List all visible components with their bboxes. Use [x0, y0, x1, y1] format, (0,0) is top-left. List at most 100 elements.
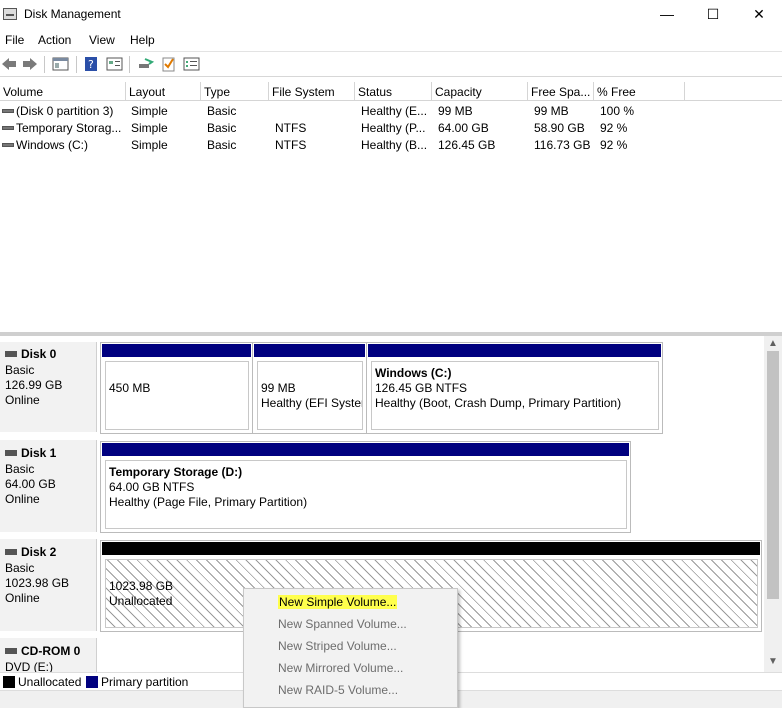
table-cell: Simple [131, 138, 168, 152]
console-tree-icon[interactable] [52, 56, 70, 72]
table-cell: Simple [131, 104, 168, 118]
forward-arrow-icon[interactable] [21, 56, 39, 72]
disk-size: 64.00 GB [5, 477, 56, 491]
toolbar: ? [0, 51, 782, 77]
menu-item-new-spanned-volume[interactable]: New Spanned Volume... [278, 617, 407, 631]
primary-partition-bar [254, 344, 365, 357]
checklist-icon[interactable] [160, 56, 178, 72]
scrollbar-thumb[interactable] [767, 351, 779, 599]
window-title: Disk Management [24, 7, 121, 21]
disk-status: Online [5, 492, 40, 506]
table-cell: 126.45 GB [438, 138, 496, 152]
disk-label-disk-2[interactable]: Disk 2 Basic 1023.98 GB Online [0, 539, 97, 631]
properties-icon[interactable] [106, 56, 124, 72]
primary-partition-swatch [86, 676, 98, 688]
scroll-up-arrow-icon[interactable]: ▲ [764, 338, 782, 349]
partition-title: Temporary Storage (D:) [109, 465, 243, 479]
partition-status: Healthy (Boot, Crash Dump, Primary Parti… [375, 396, 622, 410]
menu-bar: File Action View Help [0, 30, 782, 50]
menu-file[interactable]: File [5, 33, 24, 47]
menu-item-new-raid5-volume[interactable]: New RAID-5 Volume... [278, 683, 398, 697]
table-cell: NTFS [275, 138, 307, 152]
table-cell: NTFS [275, 121, 307, 135]
disk-type: Basic [5, 561, 35, 575]
disk-icon [5, 450, 17, 456]
partition-windows-c[interactable]: Windows (C:) 126.45 GB NTFS Healthy (Boot,… [366, 342, 663, 434]
partition-disk0-efi[interactable]: 99 MB Healthy (EFI System [252, 342, 367, 434]
menu-help[interactable]: Help [130, 33, 155, 47]
volume-icon [2, 109, 14, 113]
connect-icon[interactable] [137, 56, 155, 72]
menu-view[interactable]: View [89, 33, 115, 47]
column-header-free-space[interactable]: Free Spa... [528, 82, 594, 101]
disk-icon [5, 549, 17, 555]
column-header-status[interactable]: Status [355, 82, 432, 101]
table-cell: 99 MB [534, 104, 569, 118]
scroll-down-arrow-icon[interactable]: ▼ [764, 656, 782, 667]
primary-partition-bar [102, 344, 251, 357]
table-cell: 99 MB [438, 104, 473, 118]
disk-type: DVD (E:) [5, 660, 53, 672]
partition-size: 126.45 GB NTFS [375, 381, 468, 395]
disk-label-cd-rom-0[interactable]: CD-ROM 0 DVD (E:) [0, 638, 97, 672]
volume-icon [2, 126, 14, 130]
volume-icon [2, 143, 14, 147]
disk-size: 1023.98 GB [5, 576, 70, 590]
table-cell[interactable]: Windows (C:) [16, 138, 126, 152]
primary-partition-bar [102, 443, 629, 456]
disk-label-disk-0[interactable]: Disk 0 Basic 126.99 GB Online [0, 342, 97, 432]
menu-action[interactable]: Action [38, 33, 71, 47]
partition-size: 99 MB [261, 381, 296, 395]
partition-temporary-storage-d[interactable]: Temporary Storage (D:) 64.00 GB NTFS Healt… [100, 441, 631, 533]
toolbar-separator [44, 56, 45, 73]
table-cell: 64.00 GB [438, 121, 489, 135]
list-icon[interactable] [183, 56, 201, 72]
column-header-volume[interactable]: Volume [0, 82, 126, 101]
table-cell: 92 % [600, 121, 628, 135]
table-cell: Healthy (E... [361, 104, 428, 118]
toolbar-separator [76, 56, 77, 73]
column-header-file-system[interactable]: File System [269, 82, 355, 101]
table-cell: Healthy (B... [361, 138, 428, 152]
disk-type: Basic [5, 462, 35, 476]
partition-status: Healthy (Page File, Primary Partition) [109, 495, 308, 509]
table-cell: Basic [207, 104, 237, 118]
cdrom-icon [5, 648, 17, 654]
menu-item-new-simple-volume[interactable]: New Simple Volume... [278, 595, 398, 609]
table-cell: 116.73 GB [534, 138, 591, 152]
table-cell: Simple [131, 121, 168, 135]
table-cell: Basic [207, 138, 237, 152]
table-cell[interactable]: (Disk 0 partition 3) [16, 104, 126, 118]
title-bar: Disk Management — ☐ ✕ [0, 0, 782, 30]
disk-label-disk-1[interactable]: Disk 1 Basic 64.00 GB Online [0, 440, 97, 532]
partition-disk0-450mb[interactable]: 450 MB [100, 342, 253, 434]
disk-name: Disk 0 [21, 347, 57, 361]
partition-size: 64.00 GB NTFS [109, 480, 195, 494]
partition-status: Healthy (EFI System [261, 396, 363, 410]
legend-label-primary-partition: Primary partition [101, 675, 189, 689]
column-header-percent-free[interactable]: % Free [594, 82, 685, 101]
primary-partition-bar [368, 344, 661, 357]
partition-title: Windows (C:) [375, 366, 452, 380]
disk-management-icon [3, 8, 17, 20]
back-arrow-icon[interactable] [0, 56, 18, 72]
column-header-layout[interactable]: Layout [126, 82, 201, 101]
table-cell: Healthy (P... [361, 121, 426, 135]
disk-name: Disk 2 [21, 545, 57, 559]
help-icon[interactable]: ? [83, 56, 101, 72]
disk-icon [5, 351, 17, 357]
maximize-button[interactable]: ☐ [690, 0, 736, 30]
menu-item-new-striped-volume[interactable]: New Striped Volume... [278, 639, 397, 653]
disk-type: Basic [5, 363, 35, 377]
table-cell[interactable]: Temporary Storag... [16, 121, 126, 135]
disk-status: Online [5, 393, 40, 407]
menu-item-new-mirrored-volume[interactable]: New Mirrored Volume... [278, 661, 403, 675]
close-button[interactable]: ✕ [736, 0, 782, 30]
svg-text:?: ? [88, 58, 94, 71]
table-cell: 100 % [600, 104, 635, 118]
table-cell: Basic [207, 121, 237, 135]
column-header-capacity[interactable]: Capacity [432, 82, 528, 101]
minimize-button[interactable]: — [644, 0, 690, 30]
vertical-scrollbar[interactable]: ▲ ▼ [764, 336, 782, 672]
column-header-type[interactable]: Type [201, 82, 269, 101]
